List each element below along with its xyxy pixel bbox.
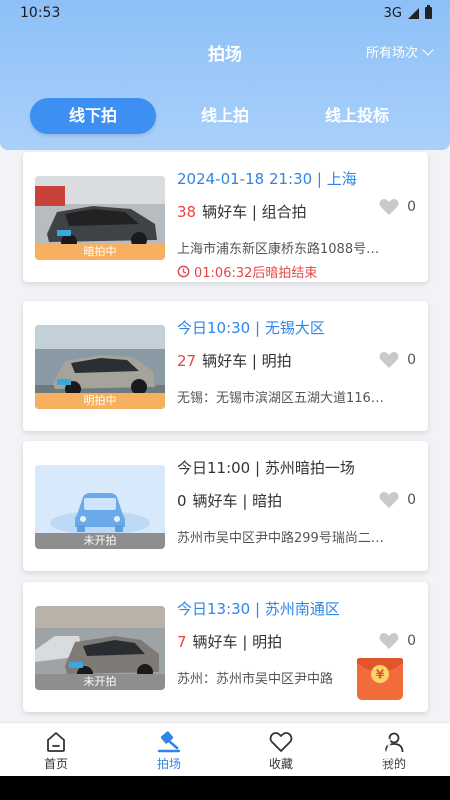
- status-badge: 未开拍: [35, 674, 165, 690]
- session-type: 辆好车 | 明拍: [192, 633, 283, 651]
- like-count: 0: [407, 492, 416, 508]
- status-badge: 明拍中: [35, 393, 165, 409]
- watermark-url: www.hackhome.com: [322, 763, 432, 773]
- car-count: 7: [177, 632, 187, 651]
- tab-offline[interactable]: 线下拍: [30, 98, 156, 134]
- nav-favorites[interactable]: 收藏: [246, 729, 316, 772]
- nav-auction[interactable]: 拍场: [134, 729, 204, 772]
- chevron-down-icon: [422, 43, 434, 56]
- session-type: 辆好车 | 明拍: [202, 352, 292, 370]
- session-type: 辆好车 | 暗拍: [192, 492, 283, 510]
- session-address: 上海市浦东新区康桥东路1088号…: [177, 242, 380, 257]
- session-title: 2024-01-18 21:30 | 上海: [177, 170, 357, 188]
- car-count: 27: [177, 351, 197, 370]
- auction-type-tabs: 线下拍 线上拍 线上投标: [0, 98, 450, 136]
- heart-icon: [379, 492, 399, 508]
- session-filter-label: 所有场次: [365, 46, 418, 61]
- tab-online-bid[interactable]: 线上投标: [294, 98, 420, 134]
- car-thumbnail: 明拍中: [35, 325, 165, 409]
- session-card[interactable]: 暗拍中 2024-01-18 21:30 | 上海 38 辆好车 | 组合拍 上…: [23, 152, 428, 282]
- session-type: 辆好车 | 组合拍: [202, 203, 307, 221]
- session-info: 2024-01-18 21:30 | 上海 38 辆好车 | 组合拍 上海市浦东…: [177, 168, 417, 281]
- tab-online[interactable]: 线上拍: [162, 98, 288, 134]
- network-type: 3G: [383, 5, 402, 21]
- heart-icon: [379, 352, 399, 368]
- nav-home-label: 首页: [43, 757, 68, 771]
- red-envelope-icon: ¥: [357, 658, 403, 700]
- watermark-logo: 安卓网: [318, 736, 393, 764]
- countdown-text: 01:06:32后暗拍结束: [194, 266, 318, 281]
- session-address: 无锡：无锡市滨湖区五湖大道116…: [177, 391, 384, 406]
- signal-icon: [408, 7, 419, 19]
- session-title: 今日10:30 | 无锡大区: [177, 319, 325, 337]
- red-packet-button[interactable]: ¥: [356, 655, 404, 701]
- gavel-icon: [157, 731, 181, 753]
- status-icons: 3G: [383, 5, 432, 21]
- battery-icon: [425, 5, 432, 19]
- like-count: 0: [407, 199, 416, 215]
- title-bar: 拍场 所有场次: [0, 34, 450, 68]
- nav-home[interactable]: 首页: [21, 729, 91, 772]
- system-navigation-bar: [0, 776, 450, 800]
- like-count: 0: [407, 352, 416, 368]
- session-card[interactable]: 明拍中 今日10:30 | 无锡大区 27 辆好车 | 明拍 无锡：无锡市滨湖区…: [23, 301, 428, 431]
- home-icon: [47, 732, 65, 752]
- nav-favorites-label: 收藏: [268, 757, 293, 771]
- favorite-toggle[interactable]: 0: [379, 632, 416, 650]
- session-title: 今日11:00 | 苏州暗拍一场: [177, 459, 355, 477]
- favorite-toggle[interactable]: 0: [379, 351, 416, 369]
- car-count: 38: [177, 202, 197, 221]
- car-thumbnail: 暗拍中: [35, 176, 165, 260]
- session-title: 今日13:30 | 苏州南通区: [177, 600, 340, 618]
- heart-icon: [269, 732, 293, 752]
- clock-icon: [177, 265, 190, 278]
- session-address: 苏州市吴中区尹中路299号瑞尚二…: [177, 531, 384, 546]
- countdown: 01:06:32后暗拍结束: [177, 262, 417, 281]
- favorite-toggle[interactable]: 0: [379, 198, 416, 216]
- status-time: 10:53: [20, 5, 61, 21]
- status-bar: 10:53 3G: [0, 0, 450, 26]
- car-thumbnail: 未开拍: [35, 606, 165, 690]
- svg-text:¥: ¥: [376, 668, 385, 682]
- nav-auction-label: 拍场: [156, 757, 181, 771]
- session-filter-dropdown[interactable]: 所有场次: [365, 42, 434, 61]
- session-card[interactable]: 未开拍 今日11:00 | 苏州暗拍一场 0 辆好车 | 暗拍 苏州市吴中区尹中…: [23, 441, 428, 571]
- like-count: 0: [407, 633, 416, 649]
- heart-icon: [379, 199, 399, 215]
- status-badge: 暗拍中: [35, 244, 165, 260]
- car-count: 0: [177, 491, 187, 510]
- car-thumbnail: 未开拍: [35, 465, 165, 549]
- favorite-toggle[interactable]: 0: [379, 491, 416, 509]
- heart-icon: [379, 633, 399, 649]
- status-badge: 未开拍: [35, 533, 165, 549]
